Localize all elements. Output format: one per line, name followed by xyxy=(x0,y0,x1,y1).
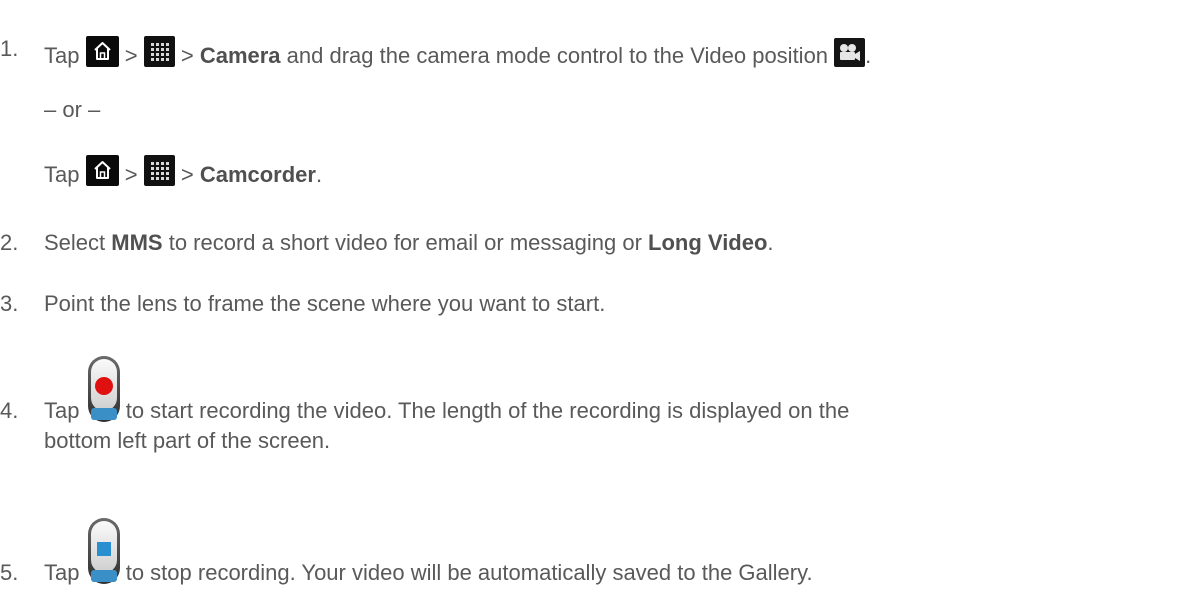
step-number: 2. xyxy=(0,230,19,255)
long-video-label: Long Video xyxy=(648,230,768,255)
step-number: 5. xyxy=(0,560,19,585)
camcorder-label: Camcorder xyxy=(199,162,316,187)
home-icon xyxy=(85,36,119,67)
mms-label: MMS xyxy=(111,230,163,255)
home-icon xyxy=(85,155,119,186)
step-text: Tap xyxy=(44,43,80,68)
camera-label: Camera xyxy=(199,43,281,68)
record-button-icon xyxy=(88,356,120,422)
apps-grid-icon xyxy=(143,155,175,186)
step-number: 4. xyxy=(0,398,19,423)
step-number: 3. xyxy=(0,291,19,316)
step-number: 1. xyxy=(0,36,19,61)
video-camera-icon xyxy=(834,38,866,67)
apps-grid-icon xyxy=(143,36,175,67)
stop-button-icon xyxy=(88,518,120,584)
